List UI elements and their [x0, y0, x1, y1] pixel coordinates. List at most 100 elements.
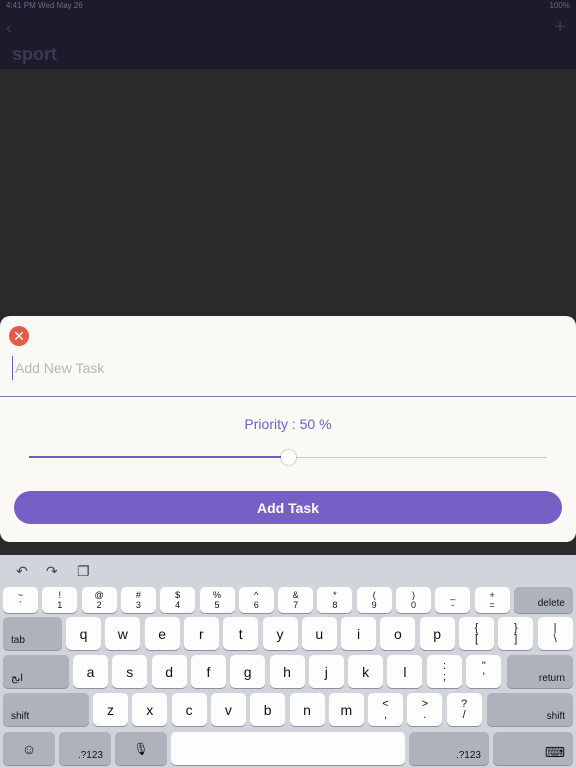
number-key[interactable]: % 5	[199, 587, 235, 613]
numbers-right-key[interactable]: .?123	[409, 732, 489, 765]
key-main-char: .	[423, 708, 427, 721]
tab-key[interactable]: tab	[3, 617, 62, 650]
shift-right-key[interactable]: shift	[487, 693, 573, 726]
redo-icon[interactable]: ↷	[46, 563, 58, 580]
punctuation-key[interactable]: {[	[459, 617, 494, 650]
key-main-char: 8	[332, 600, 338, 610]
slider-fill	[29, 456, 288, 458]
key-main-char: 6	[253, 600, 259, 610]
letter-key[interactable]: w	[105, 617, 141, 650]
close-icon[interactable]: ✕	[9, 326, 29, 346]
letter-key[interactable]: c	[171, 693, 207, 726]
key-main-char: -	[451, 600, 455, 610]
number-key[interactable]: @2	[81, 587, 117, 613]
letter-key[interactable]: o	[380, 617, 416, 650]
hide-keyboard-icon[interactable]: ⌨	[493, 732, 573, 765]
key-shift-char: {	[474, 621, 479, 634]
punctuation-key[interactable]: }]	[498, 617, 534, 650]
key-main-char: 2	[96, 600, 102, 610]
emoji-key[interactable]: ☺	[3, 732, 55, 765]
key-shift-char: +	[489, 590, 495, 600]
number-key[interactable]: ! 1	[42, 587, 78, 613]
add-icon[interactable]: +	[554, 16, 566, 39]
letter-key[interactable]: g	[230, 655, 266, 688]
priority-slider[interactable]	[29, 450, 547, 466]
number-key[interactable]: + =	[474, 587, 510, 613]
number-key[interactable]: ^ 6	[238, 587, 274, 613]
letter-key[interactable]: n	[289, 693, 325, 726]
key-shift-char: ?	[461, 697, 468, 710]
letter-key[interactable]: q	[66, 617, 101, 650]
key-main-char: ]	[514, 632, 518, 645]
punctuation-key[interactable]: | \	[537, 617, 573, 650]
key-main-char: ,	[383, 708, 388, 721]
number-key[interactable]: & 7	[278, 587, 314, 613]
microphone-icon[interactable]: 🎙	[115, 732, 167, 765]
letter-key[interactable]: j	[308, 655, 344, 688]
letter-key[interactable]: e	[144, 617, 180, 650]
letter-key[interactable]: l	[387, 655, 423, 688]
letter-key[interactable]: t	[223, 617, 259, 650]
space-key[interactable]	[171, 732, 405, 765]
number-key[interactable]: #3	[120, 587, 156, 613]
status-battery: 100%	[549, 1, 570, 10]
task-input[interactable]	[12, 356, 569, 380]
key-shift-char: $	[175, 590, 181, 600]
letter-key[interactable]: m	[328, 693, 364, 726]
language-key[interactable]: ابج	[3, 655, 69, 688]
number-key[interactable]: * 8	[317, 587, 353, 613]
slider-thumb[interactable]	[280, 450, 296, 465]
back-icon[interactable]: ‹	[6, 18, 12, 39]
punctuation-key[interactable]: <,	[368, 693, 403, 726]
letter-key[interactable]: x	[132, 693, 168, 726]
return-key[interactable]: return	[507, 655, 573, 688]
key-shift-char: )	[412, 590, 415, 600]
letter-key[interactable]: s	[112, 655, 148, 688]
shift-left-key[interactable]: shift	[3, 693, 89, 726]
key-main-char: 1	[57, 600, 63, 610]
letter-key[interactable]: p	[419, 617, 455, 650]
key-shift-char: >	[421, 697, 429, 710]
letter-key[interactable]: k	[348, 655, 384, 688]
key-main-char: 7	[293, 600, 299, 610]
key-shift-char: !	[58, 590, 62, 600]
punctuation-key[interactable]: :;	[427, 655, 462, 688]
number-key[interactable]: ~ `	[3, 587, 38, 613]
letter-key[interactable]: y	[262, 617, 298, 650]
letter-key[interactable]: f	[190, 655, 226, 688]
numbers-left-key[interactable]: .?123	[59, 732, 111, 765]
key-shift-char: ^	[254, 590, 259, 600]
delete-key[interactable]: delete	[514, 587, 573, 613]
letter-key[interactable]: v	[210, 693, 246, 726]
punctuation-key[interactable]: ? /	[446, 693, 482, 726]
letter-key[interactable]: r	[183, 617, 219, 650]
letter-key[interactable]: z	[93, 693, 128, 726]
key-shift-char: &	[292, 590, 299, 600]
punctuation-key[interactable]: " '	[466, 655, 502, 688]
letter-key[interactable]: d	[151, 655, 187, 688]
key-shift-char: @	[94, 590, 104, 600]
number-key[interactable]: ) 0	[396, 587, 431, 613]
key-shift-char: <	[382, 697, 389, 710]
key-shift-char: "	[481, 659, 486, 672]
key-main-char: [	[474, 632, 479, 645]
letter-key[interactable]: h	[269, 655, 305, 688]
number-key[interactable]: _ -	[435, 587, 471, 613]
punctuation-key[interactable]: >.	[407, 693, 443, 726]
number-key[interactable]: $4	[160, 587, 196, 613]
input-divider	[0, 396, 576, 397]
keyboard: ↶ ↷ ❐ ~ `! 1 @2 #3 $4% 5 ^ 6 & 7 * 8(9) 0 _ - + = delete …	[0, 555, 576, 768]
letter-key[interactable]: u	[301, 617, 337, 650]
paste-icon[interactable]: ❐	[77, 563, 90, 580]
undo-icon[interactable]: ↶	[16, 563, 28, 580]
key-main-char: ;	[442, 670, 447, 683]
add-task-button[interactable]: Add Task	[14, 491, 562, 524]
number-key[interactable]: (9	[356, 587, 392, 613]
key-shift-char: |	[553, 621, 557, 634]
status-bar: 4:41 PM Wed May 26 100%	[0, 0, 576, 12]
key-main-char: 3	[135, 600, 141, 610]
key-shift-char: #	[135, 590, 141, 600]
letter-key[interactable]: b	[250, 693, 286, 726]
letter-key[interactable]: a	[73, 655, 108, 688]
letter-key[interactable]: i	[341, 617, 377, 650]
